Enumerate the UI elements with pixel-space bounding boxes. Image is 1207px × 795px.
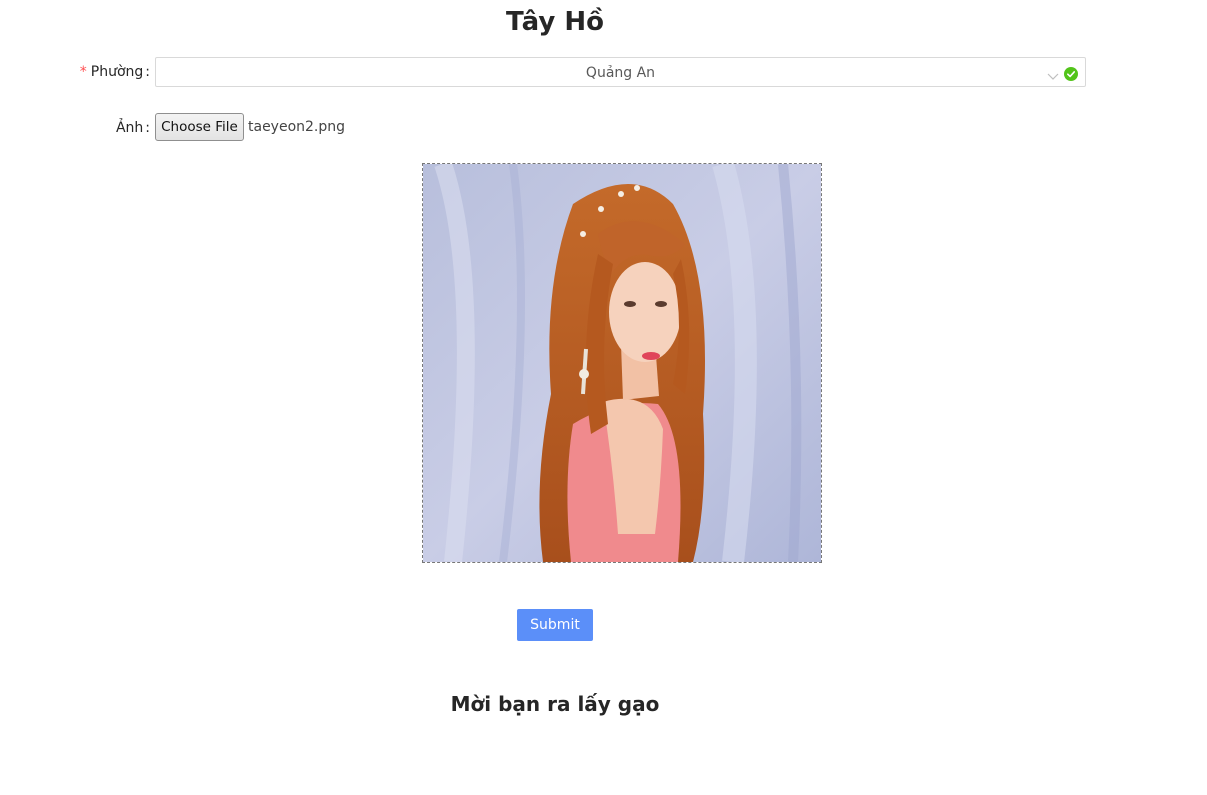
- preview-photo: [423, 164, 821, 562]
- result-message: Mời bạn ra lấy gạo: [450, 692, 660, 716]
- label-colon: :: [145, 64, 150, 80]
- required-mark: *: [79, 64, 87, 80]
- ward-label: * Phường:: [78, 62, 150, 82]
- image-label-text: Ảnh: [115, 120, 144, 136]
- image-preview: [422, 163, 822, 563]
- ward-select-value: Quảng An: [585, 65, 656, 81]
- label-colon: :: [145, 120, 150, 136]
- chevron-down-icon: [1047, 67, 1059, 80]
- selected-file-name: taeyeon2.png: [248, 119, 346, 135]
- ward-select[interactable]: Quảng An: [155, 57, 1086, 87]
- submit-button[interactable]: Submit: [517, 609, 593, 641]
- check-circle-icon: [1064, 66, 1078, 81]
- ward-label-text: Phường: [90, 64, 144, 80]
- image-label: Ảnh:: [78, 118, 150, 138]
- choose-file-button[interactable]: Choose File: [155, 113, 244, 141]
- page-title: Tây Hồ: [505, 7, 605, 37]
